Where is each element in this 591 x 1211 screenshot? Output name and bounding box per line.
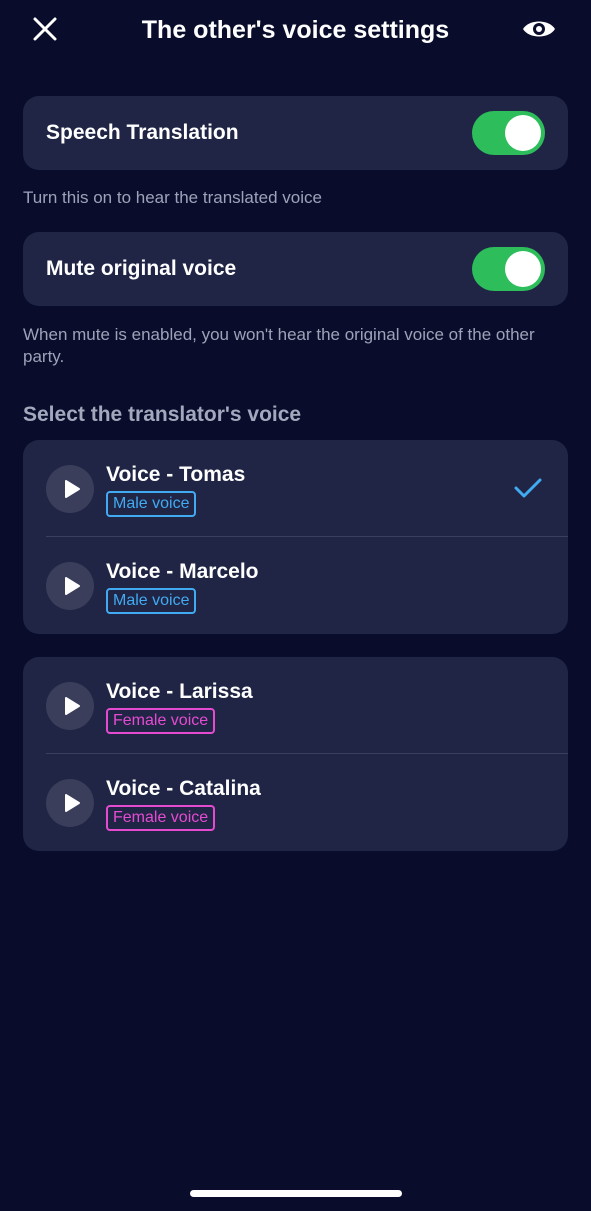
page-title: The other's voice settings: [141, 16, 450, 44]
play-icon[interactable]: [46, 682, 94, 730]
home-indicator[interactable]: [190, 1190, 402, 1197]
mute-original-row: Mute original voice: [23, 232, 568, 306]
voice-section-title: Select the translator's voice: [23, 403, 302, 426]
toggle-knob: [505, 115, 541, 151]
voice-tag-badge: Male voice: [106, 491, 197, 517]
voice-name: Voice - Catalina: [106, 777, 261, 800]
voice-tag-badge: Female voice: [106, 708, 216, 734]
speech-translation-toggle[interactable]: [472, 111, 545, 155]
voice-item-catalina[interactable]: Voice - Catalina Female voice: [23, 754, 568, 851]
male-voices-card: Voice - Tomas Male voice Voice - Marcelo…: [23, 440, 568, 634]
speech-translation-label: Speech Translation: [46, 121, 239, 144]
speech-translation-helper: Turn this on to hear the translated voic…: [23, 188, 322, 207]
eye-icon[interactable]: [521, 14, 557, 44]
play-icon[interactable]: [46, 779, 94, 827]
voice-name: Voice - Marcelo: [106, 560, 259, 583]
mute-original-toggle[interactable]: [472, 247, 545, 291]
mute-original-label: Mute original voice: [46, 257, 237, 280]
play-icon[interactable]: [46, 562, 94, 610]
female-voices-card: Voice - Larissa Female voice Voice - Cat…: [23, 657, 568, 851]
speech-translation-row: Speech Translation: [23, 96, 568, 170]
voice-name: Voice - Larissa: [106, 680, 253, 703]
voice-name: Voice - Tomas: [106, 463, 246, 486]
close-icon[interactable]: [30, 14, 60, 44]
mute-original-helper: When mute is enabled, you won't hear the…: [23, 325, 535, 366]
voice-item-larissa[interactable]: Voice - Larissa Female voice: [23, 657, 568, 754]
toggle-knob: [505, 251, 541, 287]
voice-tag-badge: Male voice: [106, 588, 197, 614]
header: The other's voice settings: [0, 0, 591, 62]
play-icon[interactable]: [46, 465, 94, 513]
voice-item-marcelo[interactable]: Voice - Marcelo Male voice: [23, 537, 568, 634]
checkmark-icon: [513, 476, 543, 505]
voice-tag-badge: Female voice: [106, 805, 216, 831]
voice-item-tomas[interactable]: Voice - Tomas Male voice: [23, 440, 568, 537]
